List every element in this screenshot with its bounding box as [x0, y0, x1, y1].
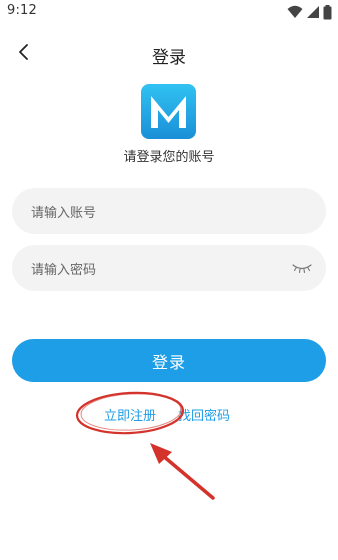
battery-icon [323, 4, 332, 20]
register-link[interactable]: 立即注册 [104, 405, 156, 424]
status-time: 9:12 [7, 3, 37, 18]
eye-closed-icon[interactable] [292, 259, 312, 275]
password-input[interactable]: 请输入密码 [12, 245, 326, 291]
forgot-password-link[interactable]: 找回密码 [178, 405, 230, 424]
app-logo [141, 84, 196, 139]
login-button[interactable]: 登录 [12, 339, 326, 382]
account-input[interactable]: 请输入账号 [12, 188, 326, 234]
password-placeholder: 请输入密码 [31, 263, 97, 278]
status-bar: 9:12 [0, 0, 338, 24]
annotation-arrow [160, 453, 215, 500]
status-icons [287, 4, 332, 20]
wifi-icon [287, 5, 303, 19]
page-title: 登录 [152, 48, 186, 68]
signal-icon [306, 5, 320, 19]
login-subtitle: 请登录您的账号 [123, 150, 215, 165]
account-placeholder: 请输入账号 [31, 206, 97, 221]
